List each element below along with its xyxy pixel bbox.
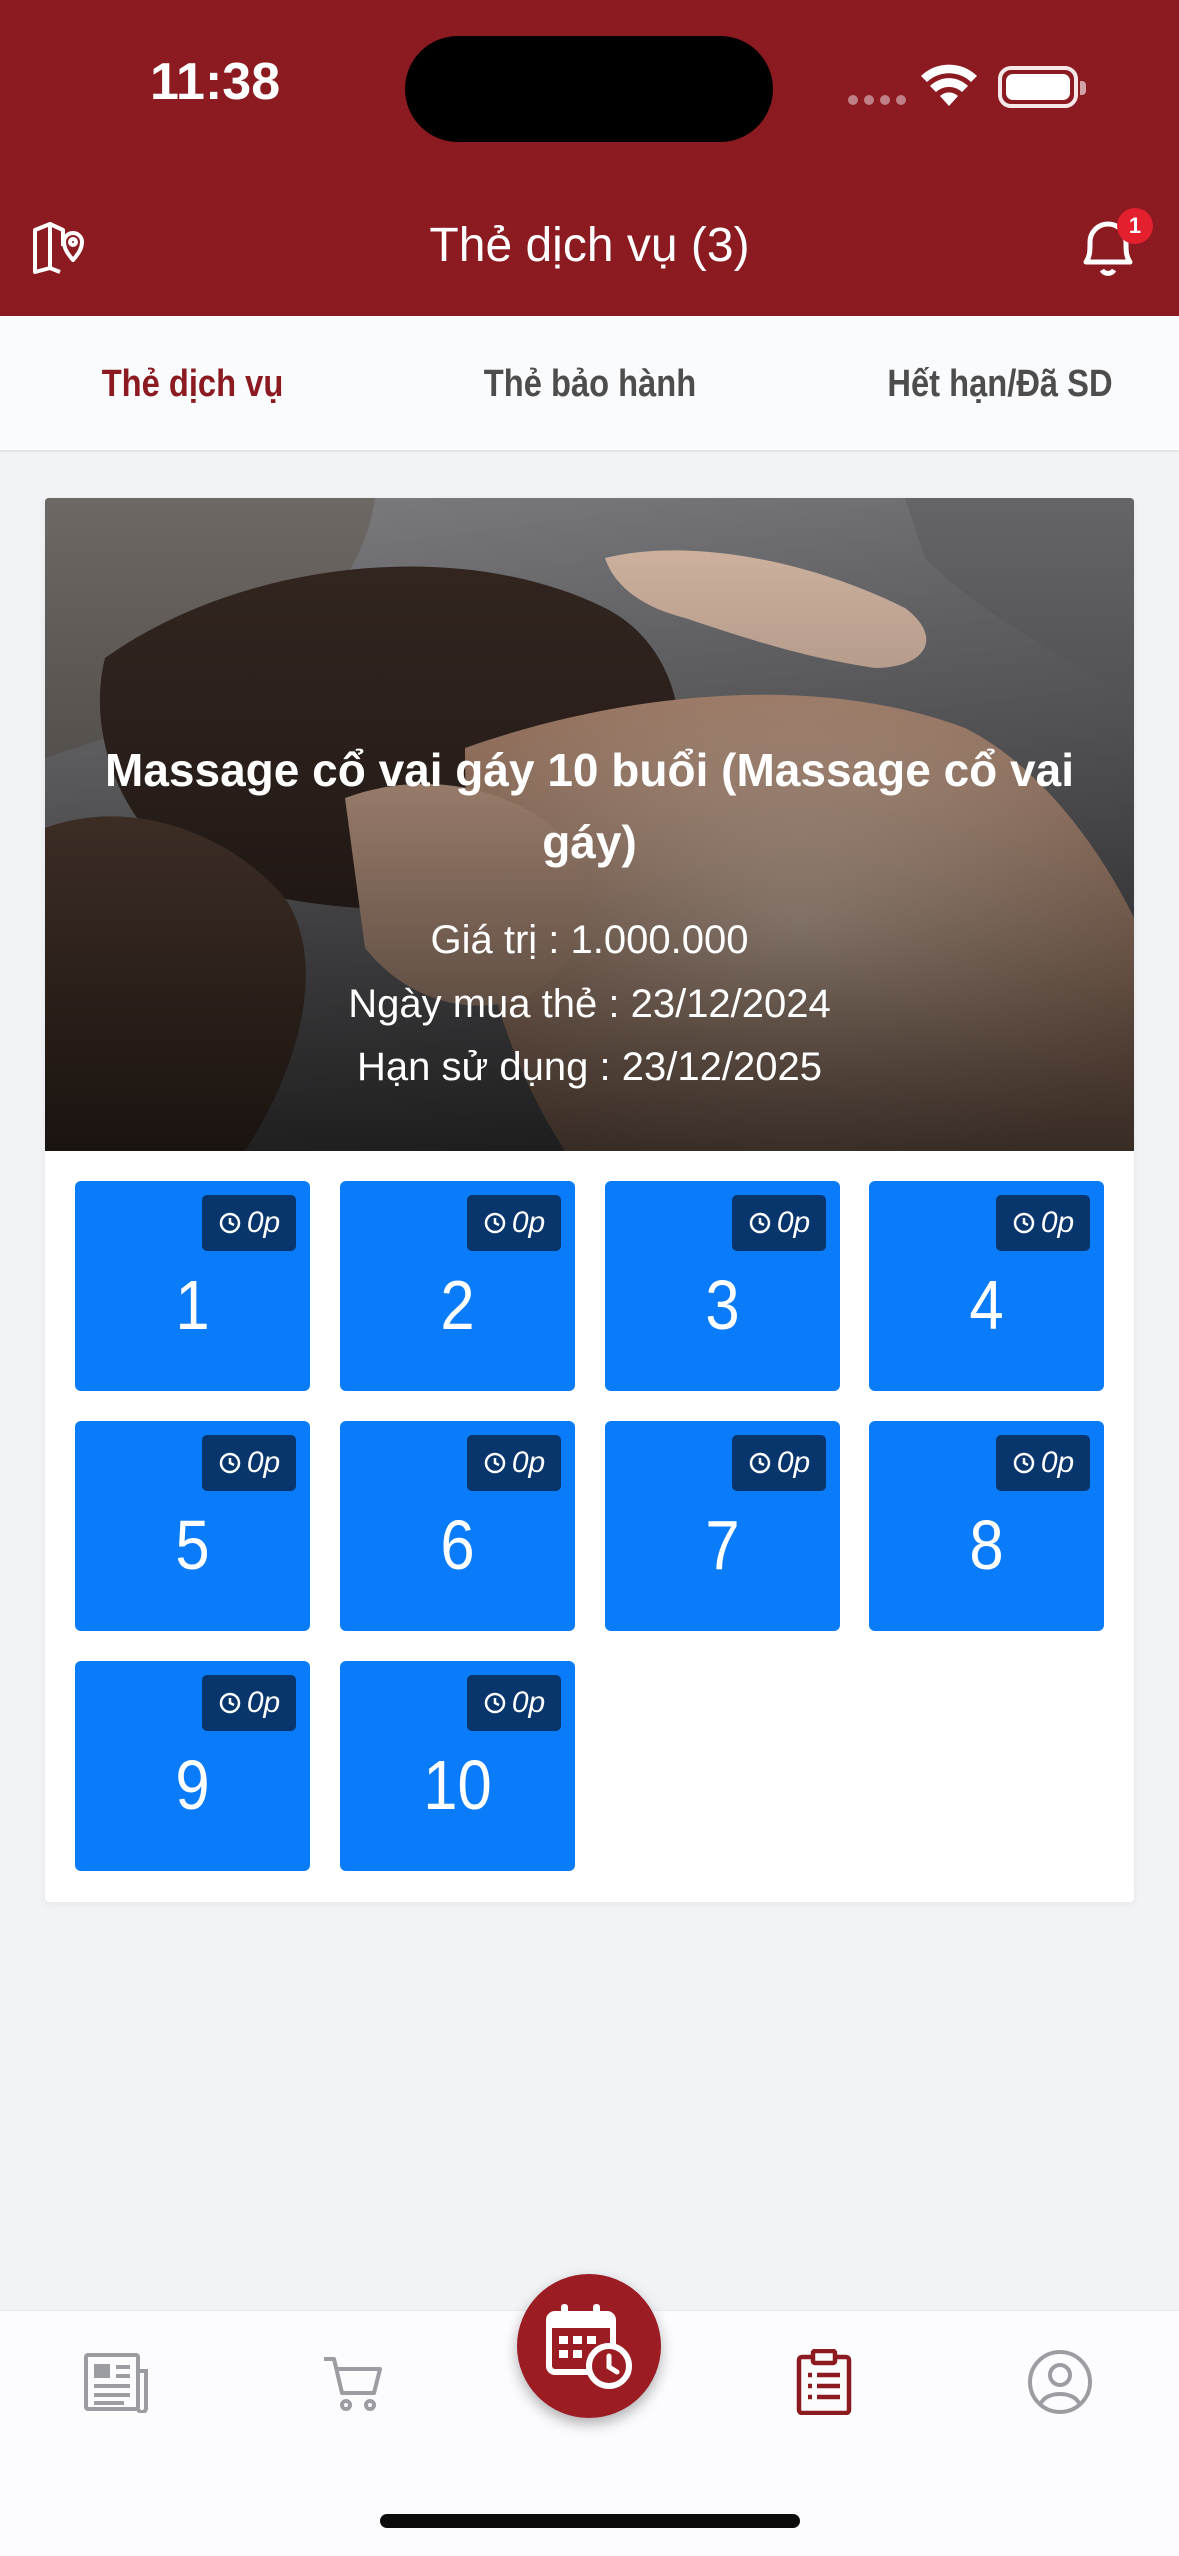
session-duration-badge: 0p	[202, 1675, 296, 1731]
session-number: 8	[969, 1506, 1004, 1584]
card-hero-image: Massage cổ vai gáy 10 buổi (Massage cổ v…	[45, 498, 1134, 1151]
session-number: 9	[175, 1746, 210, 1824]
clock-icon	[1013, 1212, 1035, 1234]
session-duration-badge: 0p	[467, 1675, 561, 1731]
cart-icon[interactable]	[322, 2355, 384, 2413]
clock-icon	[219, 1212, 241, 1234]
session-duration: 0p	[511, 1446, 546, 1479]
clock-icon	[219, 1452, 241, 1474]
battery-icon	[998, 66, 1086, 108]
session-number: 1	[175, 1266, 210, 1344]
session-tile[interactable]: 0p 8	[869, 1421, 1104, 1631]
session-duration-badge: 0p	[202, 1195, 296, 1251]
session-number: 3	[705, 1266, 740, 1344]
user-icon[interactable]	[1027, 2349, 1093, 2415]
clock-icon	[484, 1692, 506, 1714]
session-duration-badge: 0p	[467, 1435, 561, 1491]
status-time: 11:38	[150, 53, 281, 111]
session-tile[interactable]: 0p 4	[869, 1181, 1104, 1391]
card-expiry-date: Hạn sử dụng : 23/12/2025	[357, 1045, 822, 1089]
session-duration-badge: 0p	[202, 1435, 296, 1491]
session-tile[interactable]: 0p 7	[605, 1421, 840, 1631]
session-duration-badge: 0p	[996, 1435, 1090, 1491]
session-number: 5	[175, 1506, 210, 1584]
session-number: 4	[969, 1266, 1004, 1344]
clock-icon	[749, 1452, 771, 1474]
session-tile[interactable]: 0p 10	[340, 1661, 575, 1871]
session-duration: 0p	[511, 1686, 546, 1719]
session-duration-badge: 0p	[467, 1195, 561, 1251]
session-duration: 0p	[246, 1686, 281, 1719]
session-duration: 0p	[1040, 1446, 1075, 1479]
session-tile[interactable]: 0p 3	[605, 1181, 840, 1391]
clock-icon	[484, 1212, 506, 1234]
wifi-icon	[921, 64, 977, 106]
session-duration: 0p	[511, 1206, 546, 1239]
session-duration-badge: 0p	[996, 1195, 1090, 1251]
session-tile[interactable]: 0p 5	[75, 1421, 310, 1631]
session-number: 10	[423, 1746, 492, 1824]
tab-bar: Thẻ dịch vụ Thẻ bảo hành Hết hạn/Đã SD	[0, 316, 1179, 452]
session-duration: 0p	[246, 1446, 281, 1479]
session-duration: 0p	[1040, 1206, 1075, 1239]
news-icon[interactable]	[84, 2353, 150, 2413]
session-tile[interactable]: 0p 6	[340, 1421, 575, 1631]
clock-icon	[749, 1212, 771, 1234]
service-card[interactable]: Massage cổ vai gáy 10 buổi (Massage cổ v…	[45, 498, 1134, 1902]
session-duration: 0p	[776, 1206, 811, 1239]
session-tile[interactable]: 0p 9	[75, 1661, 310, 1871]
session-tile[interactable]: 0p 2	[340, 1181, 575, 1391]
session-duration-badge: 0p	[732, 1435, 826, 1491]
clock-icon	[1013, 1452, 1035, 1474]
card-purchase-date: Ngày mua thẻ : 23/12/2024	[348, 982, 831, 1026]
session-number: 6	[440, 1506, 475, 1584]
calendar-clock-icon	[546, 2304, 632, 2389]
tab-service-cards[interactable]: Thẻ dịch vụ	[79, 316, 307, 452]
home-indicator	[380, 2514, 800, 2528]
session-duration: 0p	[776, 1446, 811, 1479]
session-duration: 0p	[246, 1206, 281, 1239]
session-number: 7	[705, 1506, 740, 1584]
cellular-signal-icon	[848, 95, 906, 105]
clock-icon	[219, 1692, 241, 1714]
tab-warranty-cards[interactable]: Thẻ bảo hành	[474, 316, 706, 452]
session-tile[interactable]: 0p 1	[75, 1181, 310, 1391]
app-header: 11:38 Thẻ dịch vụ (3) 1	[0, 0, 1179, 316]
clock-icon	[484, 1452, 506, 1474]
dynamic-island	[405, 36, 773, 142]
session-duration-badge: 0p	[732, 1195, 826, 1251]
booking-fab[interactable]	[517, 2274, 661, 2418]
session-number: 2	[440, 1266, 475, 1344]
tab-expired-used[interactable]: Hết hạn/Đã SD	[875, 316, 1124, 452]
card-value: Giá trị : 1.000.000	[430, 918, 749, 962]
card-title: Massage cổ vai gáy 10 buổi (Massage cổ v…	[105, 744, 1074, 868]
notification-badge: 1	[1117, 208, 1153, 244]
page-title: Thẻ dịch vụ (3)	[429, 219, 750, 272]
clipboard-icon[interactable]	[796, 2349, 852, 2415]
